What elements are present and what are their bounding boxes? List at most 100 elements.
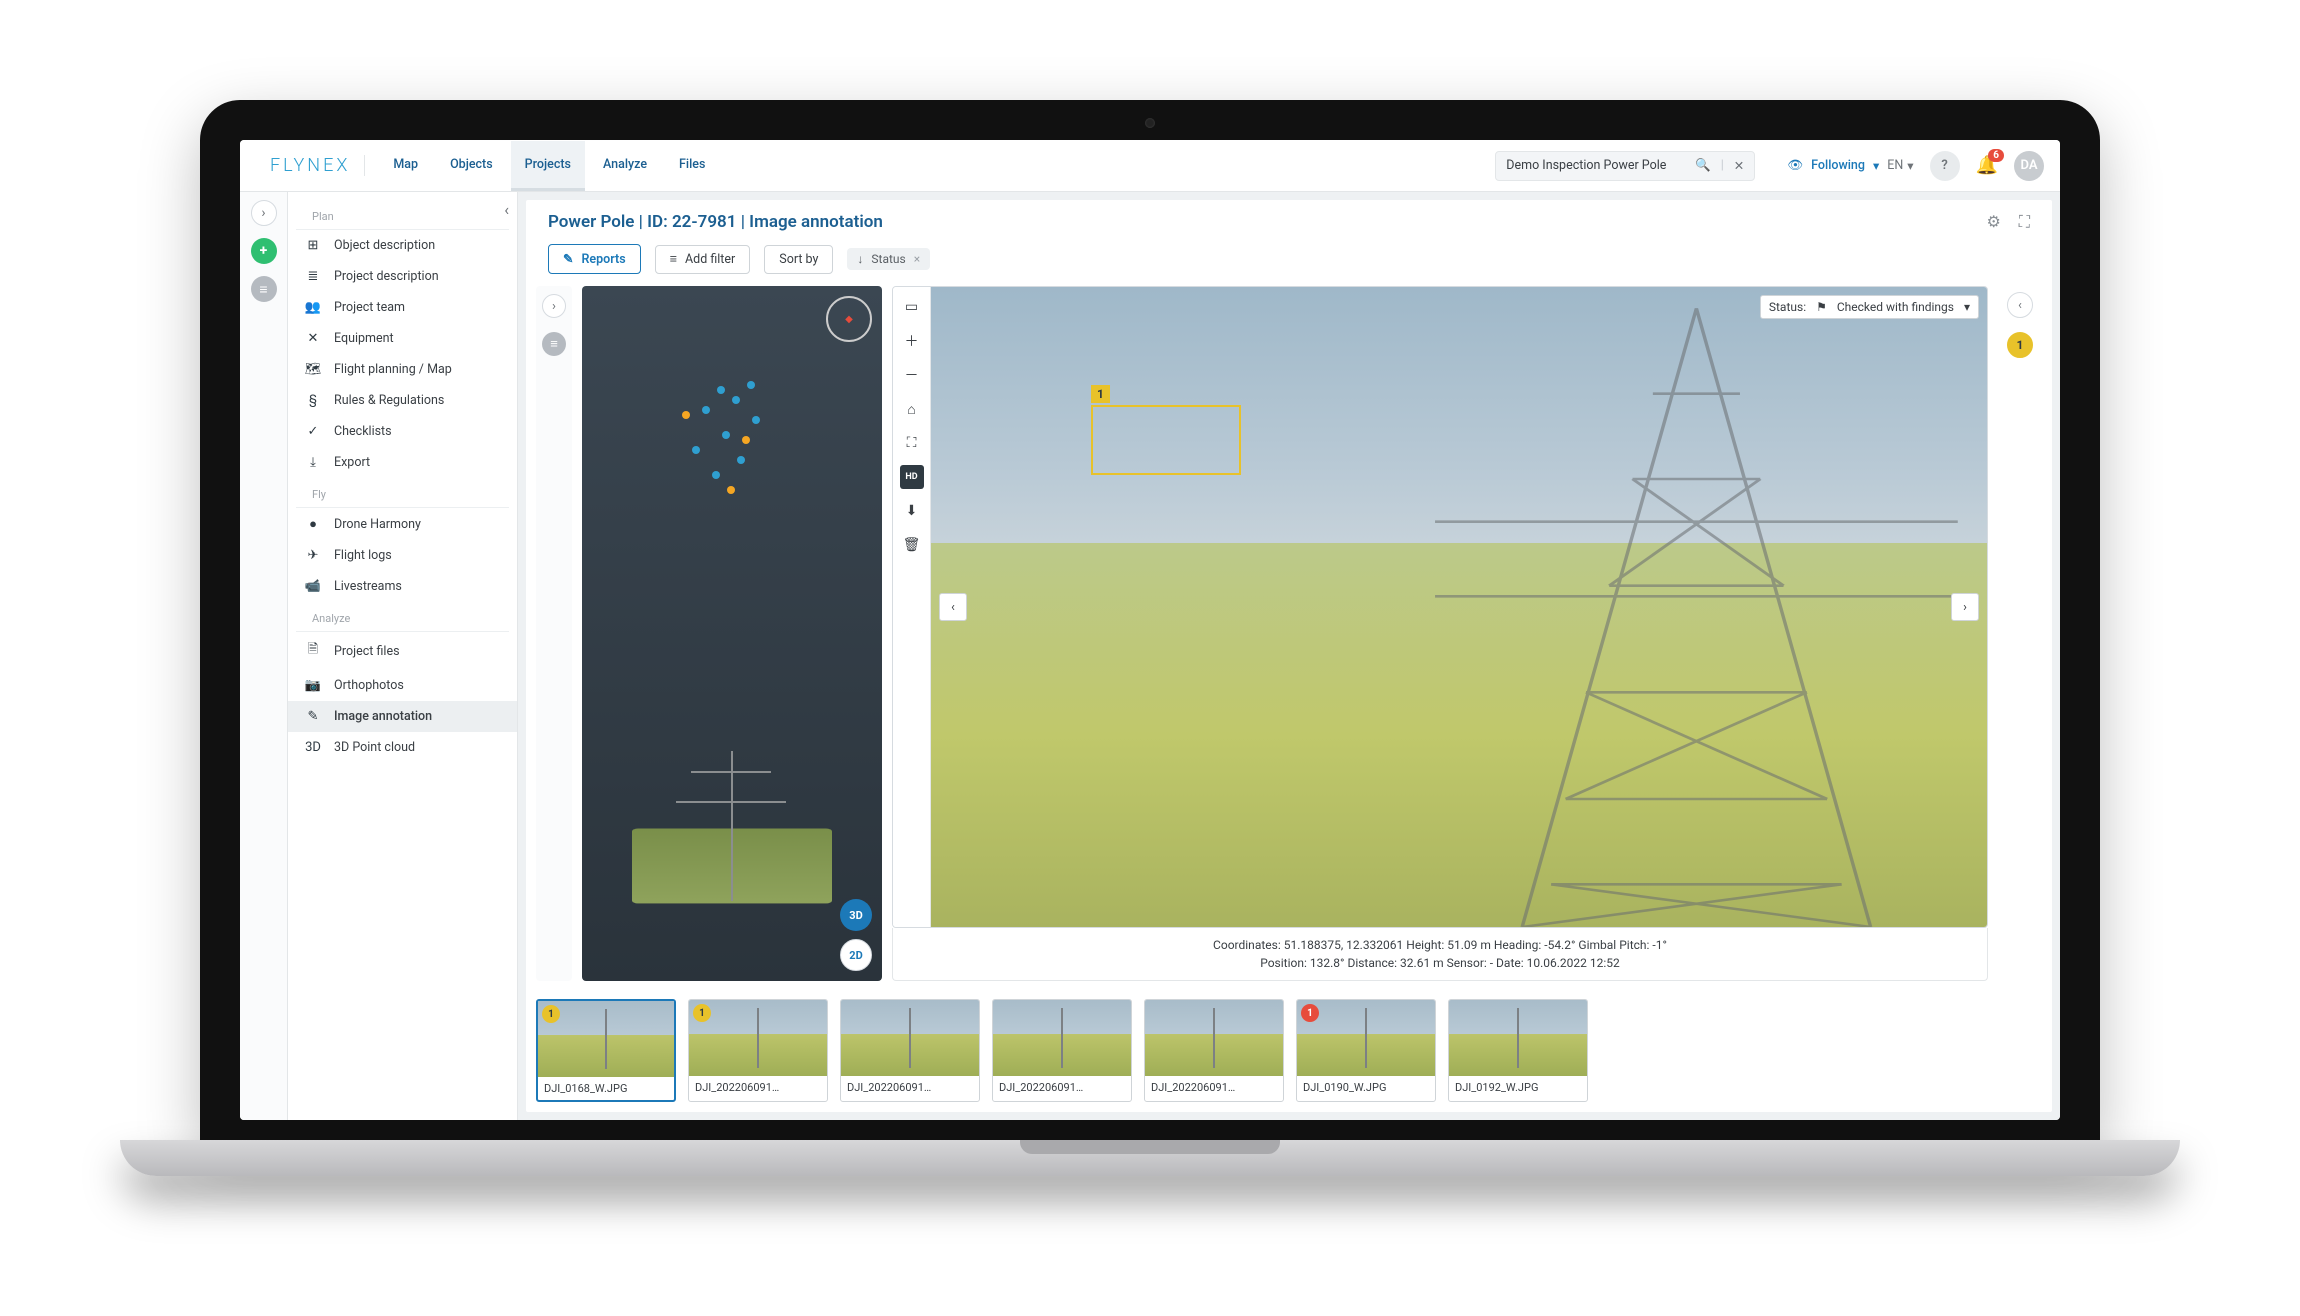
eye-icon: 👁 bbox=[1787, 158, 1803, 173]
search-input[interactable] bbox=[1506, 158, 1685, 173]
filter-icon: ≡ bbox=[670, 252, 677, 267]
following-toggle[interactable]: 👁 Following ▾ bbox=[1787, 158, 1879, 174]
thumbnail-label: DJI_202206091… bbox=[993, 1076, 1131, 1099]
sidebar-section-plan: Plan bbox=[296, 200, 509, 230]
sidebar-item-icon: 🗎 bbox=[304, 640, 322, 662]
sort-label: Sort by bbox=[779, 252, 818, 267]
sidebar-item-icon: § bbox=[304, 393, 322, 408]
nav-analyze[interactable]: Analyze bbox=[589, 141, 661, 191]
left-rail: › + ≡ bbox=[240, 192, 288, 1120]
remove-chip-icon[interactable]: × bbox=[914, 252, 920, 266]
thumbnail[interactable]: DJI_202206091… bbox=[840, 999, 980, 1102]
sort-down-icon: ↓ bbox=[857, 252, 863, 266]
sort-button[interactable]: Sort by bbox=[764, 245, 833, 274]
meta-line-2: Position: 132.8° Distance: 32.61 m Senso… bbox=[905, 954, 1975, 972]
notifications-button[interactable]: 🔔 6 bbox=[1976, 155, 1998, 176]
chevron-down-icon: ▾ bbox=[1873, 158, 1879, 174]
sidebar-item-image-annotation[interactable]: ✎Image annotation bbox=[288, 701, 517, 732]
view-3d-button[interactable]: 3D bbox=[840, 899, 872, 931]
reports-label: Reports bbox=[581, 252, 625, 267]
right-panel-expand[interactable]: ‹ bbox=[2007, 292, 2033, 318]
annotation-tag: 1 bbox=[1091, 385, 1110, 403]
hd-toggle[interactable]: HD bbox=[900, 465, 924, 489]
sidebar-item-icon: 📹 bbox=[304, 579, 322, 594]
thumbnail-image bbox=[841, 1000, 979, 1076]
prev-image-button[interactable]: ‹ bbox=[939, 593, 967, 621]
view-2d-button[interactable]: 2D bbox=[840, 939, 872, 971]
fullscreen-icon[interactable]: ⛶ bbox=[2019, 212, 2030, 232]
zoom-in-button[interactable]: ＋ bbox=[900, 329, 924, 353]
thumbnail[interactable]: 1DJI_0168_W.JPG bbox=[536, 999, 676, 1102]
nav-objects[interactable]: Objects bbox=[436, 141, 507, 191]
thumbnail[interactable]: DJI_202206091… bbox=[1144, 999, 1284, 1102]
sidebar-section-analyze: Analyze bbox=[296, 602, 509, 632]
thumbnail-label: DJI_202206091… bbox=[689, 1076, 827, 1099]
pencil-icon: ✎ bbox=[563, 251, 573, 267]
sidebar-item-object-description[interactable]: ⊞Object description bbox=[288, 230, 517, 261]
help-button[interactable]: ? bbox=[1930, 151, 1960, 181]
reports-button[interactable]: ✎ Reports bbox=[548, 244, 641, 274]
rail-expand-button[interactable]: › bbox=[251, 200, 277, 226]
app-header: FLYNEX MapObjectsProjectsAnalyzeFiles 🔍 … bbox=[240, 140, 2060, 192]
status-value: Checked with findings bbox=[1837, 300, 1954, 314]
sidebar-collapse-button[interactable]: ‹ bbox=[504, 200, 509, 219]
thumbnail-badge: 1 bbox=[542, 1005, 560, 1023]
sidebar-item-flight-logs[interactable]: ✈Flight logs bbox=[288, 540, 517, 571]
sidebar-item-project-files[interactable]: 🗎Project files bbox=[288, 632, 517, 670]
sidebar-item-flight-planning-map[interactable]: 🗺Flight planning / Map bbox=[288, 354, 517, 385]
chevron-down-icon: ▾ bbox=[1964, 300, 1970, 314]
3d-viewer[interactable]: ◆ bbox=[582, 286, 882, 981]
sidebar-item-project-description[interactable]: ≣Project description bbox=[288, 261, 517, 292]
add-filter-button[interactable]: ≡ Add filter bbox=[655, 245, 751, 274]
next-image-button[interactable]: › bbox=[1951, 593, 1979, 621]
brand-logo: FLYNEX bbox=[256, 155, 365, 176]
sidebar-item-drone-harmony[interactable]: ●Drone Harmony bbox=[288, 508, 517, 540]
download-button[interactable]: ⬇ bbox=[900, 499, 924, 523]
settings-icon[interactable]: ⚙ bbox=[1986, 212, 2000, 232]
zoom-out-button[interactable]: － bbox=[900, 363, 924, 387]
thumbnail-badge: 1 bbox=[693, 1004, 711, 1022]
sidebar-item-checklists[interactable]: ✓Checklists bbox=[288, 416, 517, 447]
compass-icon[interactable]: ◆ bbox=[826, 296, 872, 342]
fit-button[interactable]: ⛶ bbox=[900, 431, 924, 455]
image-status-dropdown[interactable]: Status: ⚑ Checked with findings ▾ bbox=[1760, 295, 1979, 319]
delete-button[interactable]: 🗑 bbox=[900, 533, 924, 557]
rect-tool[interactable]: ▭ bbox=[900, 295, 924, 319]
sidebar-item-label: Equipment bbox=[334, 331, 394, 346]
sidebar-item-equipment[interactable]: ✕Equipment bbox=[288, 323, 517, 354]
content-rail-list[interactable]: ≡ bbox=[542, 332, 566, 356]
notification-badge: 6 bbox=[1988, 149, 2004, 162]
sidebar-item-label: Image annotation bbox=[334, 709, 432, 724]
sidebar-item-label: Project team bbox=[334, 300, 405, 315]
sidebar-item-icon: ⤓ bbox=[304, 455, 322, 470]
image-canvas[interactable]: Status: ⚑ Checked with findings ▾ 1 ‹ › bbox=[931, 287, 1987, 927]
rail-secondary-button[interactable]: ≡ bbox=[251, 276, 277, 302]
sidebar-item-project-team[interactable]: 👥Project team bbox=[288, 292, 517, 323]
nav-files[interactable]: Files bbox=[665, 141, 719, 191]
thumbnail[interactable]: 1DJI_0190_W.JPG bbox=[1296, 999, 1436, 1102]
status-label: Status: bbox=[1769, 300, 1806, 314]
language-select[interactable]: EN ▾ bbox=[1887, 158, 1913, 174]
sidebar-item-label: Export bbox=[334, 455, 370, 470]
status-filter-chip[interactable]: ↓ Status × bbox=[847, 248, 930, 270]
sidebar-item-export[interactable]: ⤓ Export bbox=[288, 447, 517, 478]
add-button[interactable]: + bbox=[251, 238, 277, 264]
sidebar-item-rules-regulations[interactable]: §Rules & Regulations bbox=[288, 385, 517, 416]
sidebar-item-3d-point-cloud[interactable]: 3D3D Point cloud bbox=[288, 732, 517, 763]
user-avatar[interactable]: DA bbox=[2014, 151, 2044, 181]
home-button[interactable]: ⌂ bbox=[900, 397, 924, 421]
search-icon[interactable]: 🔍 bbox=[1695, 158, 1711, 173]
project-search[interactable]: 🔍 | ✕ bbox=[1495, 151, 1755, 181]
annotation-count-badge[interactable]: 1 bbox=[2007, 332, 2033, 358]
sidebar-item-orthophotos[interactable]: 📷Orthophotos bbox=[288, 670, 517, 701]
nav-projects[interactable]: Projects bbox=[511, 141, 585, 191]
content-rail-expand[interactable]: › bbox=[542, 294, 566, 318]
thumbnail[interactable]: DJI_0192_W.JPG bbox=[1448, 999, 1588, 1102]
annotation-box[interactable]: 1 bbox=[1091, 405, 1241, 475]
nav-map[interactable]: Map bbox=[379, 141, 432, 191]
sidebar-item-livestreams[interactable]: 📹Livestreams bbox=[288, 571, 517, 602]
thumbnail[interactable]: DJI_202206091… bbox=[992, 999, 1132, 1102]
thumbnail[interactable]: 1 DJI_202206091… bbox=[688, 999, 828, 1102]
clear-search-icon[interactable]: ✕ bbox=[1734, 158, 1744, 174]
image-metadata: Coordinates: 51.188375, 12.332061 Height… bbox=[892, 928, 1988, 981]
